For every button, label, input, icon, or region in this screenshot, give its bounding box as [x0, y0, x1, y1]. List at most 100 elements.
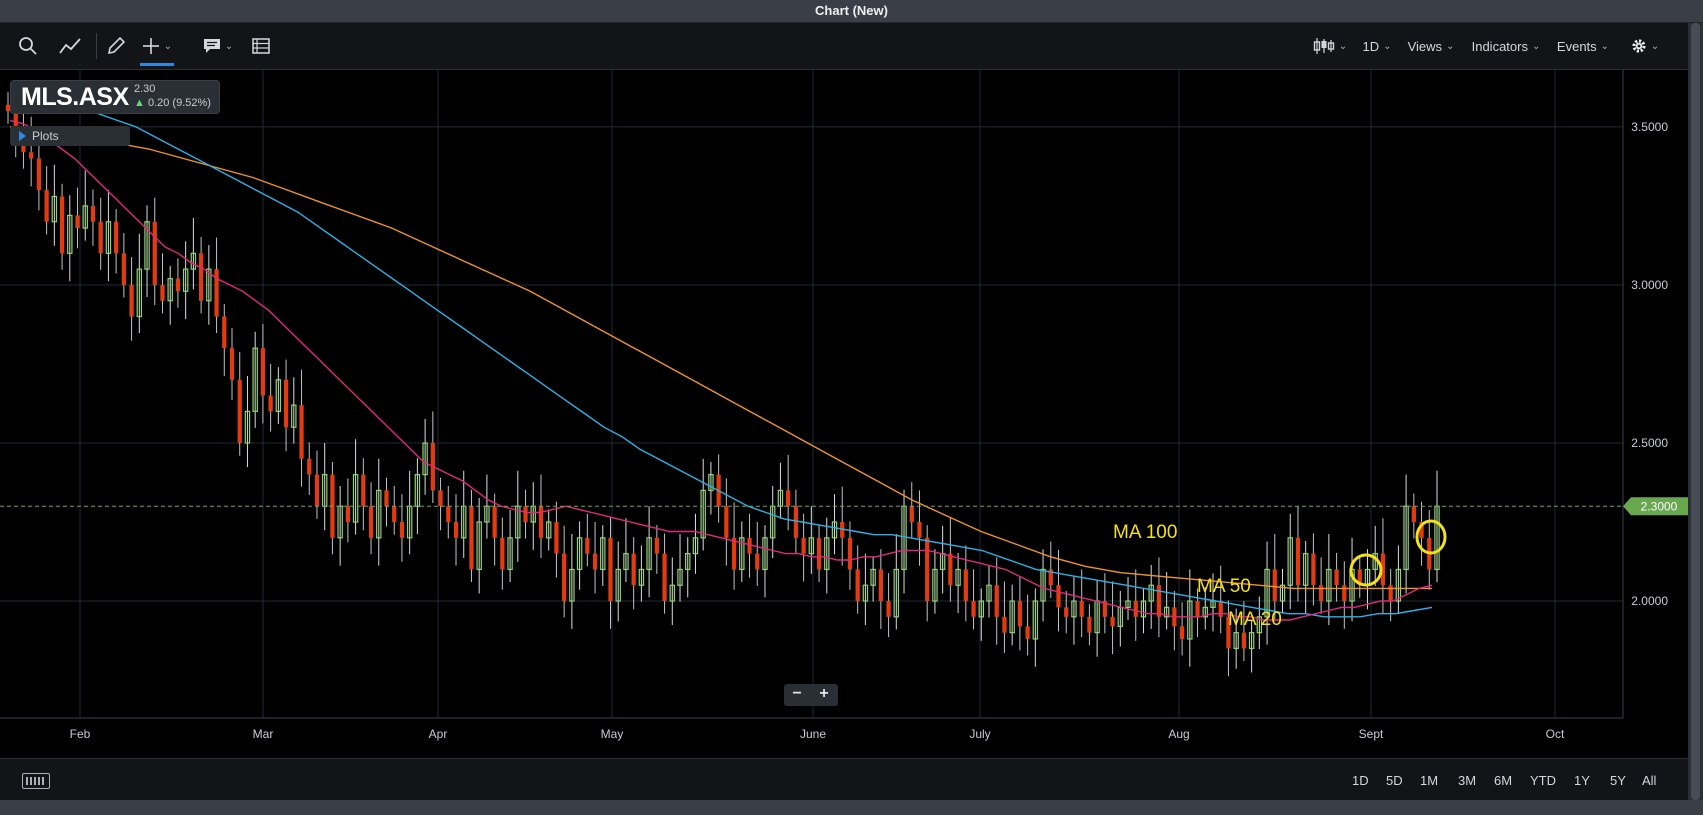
- zoom-out-button[interactable]: −: [784, 685, 810, 703]
- range-button-6m[interactable]: 6M: [1494, 769, 1512, 791]
- ma-annotation: MA 100: [1113, 522, 1177, 543]
- candle-down: [361, 474, 366, 507]
- candle-down: [1133, 601, 1138, 617]
- chart-type-button[interactable]: ⌄: [1310, 23, 1350, 69]
- candle-down: [500, 537, 505, 570]
- comment-icon: [203, 39, 220, 53]
- ma-annotation: MA 50: [1197, 576, 1251, 597]
- candle-down: [1087, 616, 1092, 633]
- x-tick-label: Mar: [253, 727, 274, 741]
- candle-down: [631, 553, 636, 586]
- y-tick-label: 3.0000: [1631, 278, 1668, 292]
- candle-down: [98, 221, 103, 254]
- price-chart[interactable]: Feb Mar Apr May June July Aug Sept Oct 3.5000 3.00…: [0, 70, 1688, 758]
- candle-down: [886, 601, 891, 617]
- scrollbar-thumb[interactable]: [1691, 23, 1700, 800]
- views-dropdown[interactable]: Views ⌄: [1406, 23, 1456, 69]
- window-title: Chart (New): [815, 3, 888, 18]
- candle-down: [592, 553, 598, 570]
- candle-down: [438, 490, 443, 507]
- chevron-down-icon: ⌄: [1446, 40, 1455, 52]
- candle-down: [816, 537, 822, 570]
- candle-down: [971, 601, 976, 617]
- candle-down: [268, 395, 273, 412]
- candle-down: [1272, 569, 1277, 602]
- range-bar: 1D 5D 1M 3M 6M YTD 1Y 5Y All: [0, 758, 1688, 801]
- range-button-3m[interactable]: 3M: [1458, 769, 1476, 791]
- events-label: Events: [1556, 38, 1597, 54]
- settings-button[interactable]: ⌄: [1630, 23, 1660, 69]
- candle-down: [1319, 585, 1324, 602]
- candle-down: [453, 522, 459, 538]
- chevron-down-icon: ⌄: [1600, 40, 1610, 52]
- candle-down: [114, 221, 119, 254]
- crosshair-icon: [142, 38, 159, 54]
- candle-down: [909, 506, 914, 523]
- candle-down: [1064, 607, 1069, 617]
- pencil-icon: [107, 36, 126, 55]
- views-label: Views: [1407, 38, 1443, 54]
- range-button-5d[interactable]: 5D: [1386, 769, 1403, 791]
- candle-down: [994, 585, 999, 617]
- candle-down: [1218, 601, 1223, 617]
- candle-down: [793, 506, 799, 538]
- zoom-in-button[interactable]: +: [811, 685, 837, 703]
- candle-down: [492, 506, 497, 538]
- candle-down: [554, 522, 559, 554]
- candle-down: [1311, 553, 1316, 586]
- y-tick-label: 3.5000: [1631, 120, 1668, 134]
- candle-down: [446, 506, 451, 523]
- range-button-all[interactable]: All: [1642, 769, 1656, 791]
- range-button-5y[interactable]: 5Y: [1610, 769, 1626, 791]
- candle-down: [562, 553, 567, 602]
- candle-down: [1056, 585, 1061, 608]
- range-button-1y[interactable]: 1Y: [1574, 769, 1590, 791]
- range-button-ytd[interactable]: YTD: [1530, 769, 1556, 791]
- candle-down: [384, 490, 389, 507]
- interval-label: 1D: [1362, 38, 1380, 54]
- chevron-down-icon: ⌄: [1650, 40, 1660, 52]
- candle-down: [1156, 585, 1162, 617]
- candle-down: [1334, 569, 1339, 586]
- annotation-button[interactable]: ⌄: [198, 23, 238, 69]
- trend-line-button[interactable]: [56, 23, 84, 69]
- candle-down: [654, 537, 659, 554]
- candle-down: [299, 405, 304, 459]
- x-tick-label: May: [601, 727, 624, 741]
- candle-down: [59, 196, 65, 254]
- crosshair-button[interactable]: ⌄: [136, 23, 178, 69]
- symbol-change: ▲ 0.20 (9.52%): [134, 97, 211, 109]
- events-dropdown[interactable]: Events ⌄: [1556, 23, 1610, 69]
- indicators-label: Indicators: [1471, 38, 1528, 54]
- candle-down: [222, 316, 227, 349]
- range-button-1d[interactable]: 1D: [1352, 769, 1369, 791]
- draw-button[interactable]: [102, 23, 130, 69]
- keyboard-icon[interactable]: [22, 773, 50, 789]
- indicators-dropdown[interactable]: Indicators ⌄: [1468, 23, 1544, 69]
- ma20-line: [9, 119, 1433, 621]
- zoom-control: − +: [784, 684, 838, 706]
- candle-down: [1411, 506, 1416, 523]
- candle-down: [538, 506, 544, 538]
- vertical-scrollbar[interactable]: [1688, 23, 1703, 800]
- range-button-1m[interactable]: 1M: [1420, 769, 1438, 791]
- interval-dropdown[interactable]: 1D ⌄: [1360, 23, 1394, 69]
- search-button[interactable]: [14, 23, 42, 69]
- title-bar: Chart (New): [0, 0, 1703, 23]
- candle-down: [523, 506, 528, 523]
- candle-down: [307, 458, 312, 475]
- data-table-button[interactable]: [248, 23, 274, 69]
- x-tick-label: Aug: [1168, 727, 1189, 741]
- chart-area[interactable]: Feb Mar Apr May June July Aug Sept Oct 3.5000 3.00…: [0, 70, 1688, 758]
- candle-down: [755, 553, 760, 570]
- candle-down: [198, 253, 204, 301]
- chevron-down-icon: ⌄: [1383, 40, 1392, 52]
- trend-line-icon: [59, 38, 81, 54]
- x-tick-label: Feb: [70, 727, 91, 741]
- chevron-down-icon: ⌄: [1338, 40, 1348, 52]
- candle-down: [1110, 616, 1115, 627]
- plots-toggle[interactable]: Plots: [10, 126, 130, 146]
- candle-down: [855, 569, 860, 602]
- candle-down: [608, 537, 613, 602]
- last-price-label: 2.3000: [1641, 500, 1678, 514]
